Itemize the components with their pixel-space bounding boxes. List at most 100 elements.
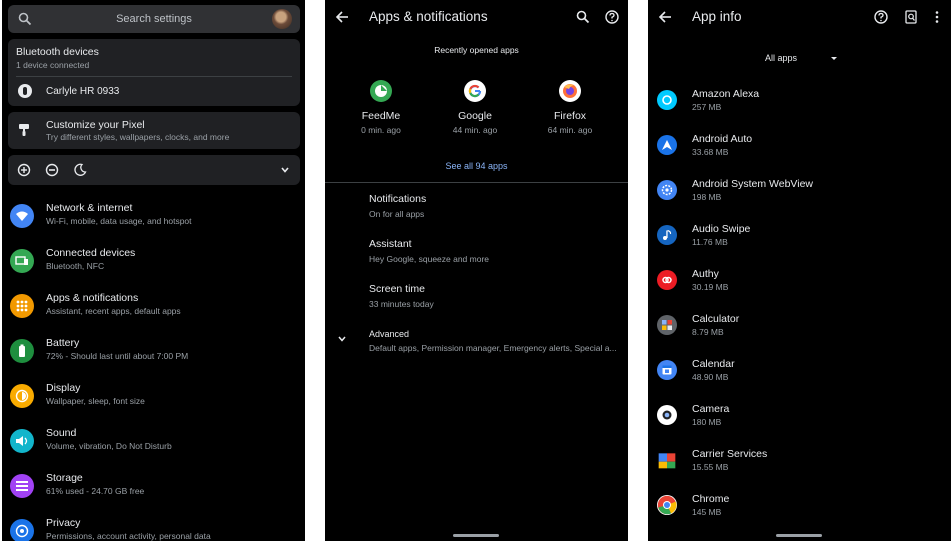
settings-item-apps-notifications[interactable]: Apps & notifications Assistant, recent a… — [2, 286, 305, 331]
avatar[interactable] — [272, 9, 292, 29]
settings-item-storage[interactable]: Storage 61% used - 24.70 GB free — [2, 466, 305, 511]
app-row[interactable]: Amazon Alexa 257 MB — [648, 81, 951, 126]
paint-roller-icon — [19, 124, 29, 136]
settings-item-title: Network & internet — [46, 202, 133, 214]
bluetooth-subtitle: 1 device connected — [16, 60, 90, 70]
back-arrow-icon[interactable] — [658, 10, 672, 24]
recent-app-time: 64 min. ago — [547, 125, 593, 135]
brightness-icon — [10, 384, 34, 408]
settings-item-battery[interactable]: Battery 72% - Should last until about 7:… — [2, 331, 305, 376]
app-row[interactable]: Chrome 145 MB — [648, 486, 951, 531]
divider — [16, 76, 292, 77]
help-icon[interactable] — [605, 10, 619, 24]
app-row[interactable]: Calendar 48.90 MB — [648, 351, 951, 396]
settings-item-privacy[interactable]: Privacy Permissions, account activity, p… — [2, 511, 305, 541]
battery-icon — [10, 339, 34, 363]
option-title: Advanced — [369, 329, 410, 339]
app-filter-dropdown[interactable]: All apps — [765, 53, 797, 63]
settings-item-subtitle: 61% used - 24.70 GB free — [46, 486, 145, 496]
option-notifications[interactable]: Notifications On for all apps — [369, 193, 624, 219]
app-row[interactable]: Audio Swipe 11.76 MB — [648, 216, 951, 261]
recent-app-feedme[interactable]: FeedMe 0 min. ago — [336, 80, 426, 135]
app-row[interactable]: Camera 180 MB — [648, 396, 951, 441]
help-icon[interactable] — [874, 10, 888, 24]
chevron-down-icon[interactable] — [280, 165, 290, 175]
see-all-apps-link[interactable]: See all 94 apps — [325, 161, 628, 171]
devices-icon — [10, 249, 34, 273]
recent-apps-label: Recently opened apps — [434, 45, 519, 55]
do-not-disturb-icon[interactable] — [45, 163, 59, 177]
app-bar: App info — [648, 0, 951, 34]
music-note-icon — [657, 225, 677, 245]
settings-item-display[interactable]: Display Wallpaper, sleep, font size — [2, 376, 305, 421]
app-row[interactable]: Android System WebView 198 MB — [648, 171, 951, 216]
settings-item-subtitle: Wallpaper, sleep, font size — [46, 396, 145, 406]
search-icon[interactable] — [576, 10, 590, 24]
app-row[interactable]: Android Auto 33.68 MB — [648, 126, 951, 171]
gesture-nav-handle[interactable] — [776, 534, 822, 537]
dropdown-caret-icon[interactable] — [831, 57, 837, 60]
recent-app-firefox[interactable]: Firefox 64 min. ago — [525, 80, 615, 135]
quick-settings-bar — [8, 155, 300, 185]
customize-title: Customize your Pixel — [46, 119, 145, 131]
settings-item-sound[interactable]: Sound Volume, vibration, Do Not Disturb — [2, 421, 305, 466]
settings-item-subtitle: Volume, vibration, Do Not Disturb — [46, 441, 172, 451]
webview-icon — [657, 180, 677, 200]
option-subtitle: Hey Google, squeeze and more — [369, 254, 490, 264]
gesture-nav-handle[interactable] — [453, 534, 499, 537]
settings-item-subtitle: Permissions, account activity, personal … — [46, 531, 211, 541]
app-size: 198 MB — [692, 192, 722, 202]
search-bar[interactable]: Search settings — [8, 5, 300, 33]
app-name: Authy — [692, 268, 719, 280]
app-size: 8.79 MB — [692, 327, 724, 337]
option-subtitle: 33 minutes today — [369, 299, 434, 309]
data-saver-icon[interactable] — [17, 163, 31, 177]
app-row[interactable]: Calculator 8.79 MB — [648, 306, 951, 351]
app-bar: Apps & notifications — [325, 0, 628, 34]
privacy-icon — [10, 519, 34, 541]
app-name: Audio Swipe — [692, 223, 751, 235]
calculator-icon — [657, 315, 677, 335]
app-row[interactable]: Carrier Services 15.55 MB — [648, 441, 951, 486]
settings-item-subtitle: Wi-Fi, mobile, data usage, and hotspot — [46, 216, 192, 226]
search-page-icon[interactable] — [904, 10, 918, 24]
bluetooth-card[interactable]: Bluetooth devices 1 device connected Car… — [8, 39, 300, 106]
app-name: Android Auto — [692, 133, 753, 145]
app-size: 48.90 MB — [692, 372, 729, 382]
app-info-screen: App info All apps Amazon Alexa 257 MB An… — [648, 0, 951, 541]
app-size: 145 MB — [692, 507, 722, 517]
option-title: Assistant — [369, 238, 412, 250]
option-screen-time[interactable]: Screen time 33 minutes today — [369, 283, 624, 309]
option-assistant[interactable]: Assistant Hey Google, squeeze and more — [369, 238, 624, 264]
app-name: Amazon Alexa — [692, 88, 760, 100]
settings-item-connected-devices[interactable]: Connected devices Bluetooth, NFC — [2, 241, 305, 286]
chevron-down-icon[interactable] — [337, 334, 347, 344]
more-vert-icon[interactable] — [930, 10, 944, 24]
settings-item-title: Storage — [46, 472, 83, 484]
calendar-icon — [657, 360, 677, 380]
app-size: 30.19 MB — [692, 282, 729, 292]
storage-icon — [10, 474, 34, 498]
app-size: 15.55 MB — [692, 462, 729, 472]
settings-item-subtitle: Assistant, recent apps, default apps — [46, 306, 181, 316]
firefox-icon — [559, 80, 581, 102]
app-size: 180 MB — [692, 417, 722, 427]
android-auto-icon — [657, 135, 677, 155]
settings-item-network[interactable]: Network & internet Wi-Fi, mobile, data u… — [2, 196, 305, 241]
app-size: 33.68 MB — [692, 147, 729, 157]
recent-app-google[interactable]: Google 44 min. ago — [430, 80, 520, 135]
option-subtitle: On for all apps — [369, 209, 425, 219]
bluetooth-device-name[interactable]: Carlyle HR 0933 — [46, 86, 119, 97]
option-advanced[interactable]: Advanced Default apps, Permission manage… — [369, 329, 624, 353]
app-row[interactable]: Authy 30.19 MB — [648, 261, 951, 306]
page-title: Apps & notifications — [369, 9, 488, 24]
settings-item-title: Display — [46, 382, 81, 394]
apps-icon — [10, 294, 34, 318]
dark-theme-icon[interactable] — [73, 163, 87, 177]
recent-app-name: Firefox — [553, 110, 587, 122]
alexa-icon — [657, 90, 677, 110]
customize-card[interactable]: Customize your Pixel Try different style… — [8, 112, 300, 149]
chrome-icon — [657, 495, 677, 515]
authy-icon — [657, 270, 677, 290]
back-arrow-icon[interactable] — [335, 10, 349, 24]
